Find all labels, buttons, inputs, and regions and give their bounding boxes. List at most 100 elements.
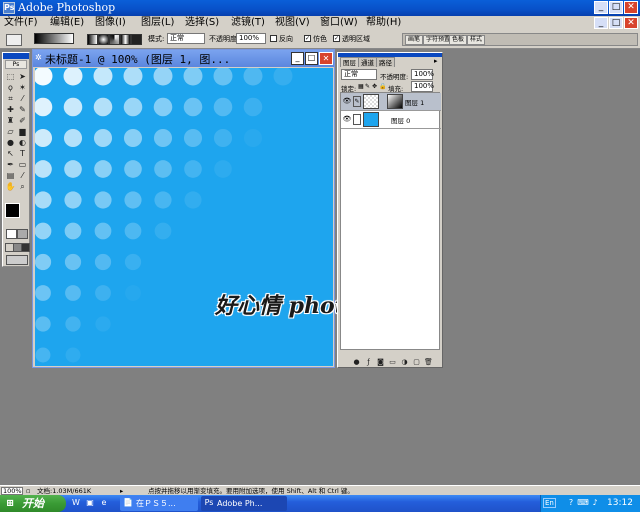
menu-image[interactable]: 图像(I) <box>95 16 126 30</box>
jump-to-imageready-icon[interactable] <box>6 255 28 265</box>
document-title-bar[interactable]: ✲ 未标题-1 @ 100% (图层 1, 图... _ □ ✕ <box>33 50 334 67</box>
eye-icon[interactable]: 👁 <box>342 96 352 107</box>
close-button[interactable]: ✕ <box>624 1 638 14</box>
document-canvas[interactable] <box>35 68 333 366</box>
marquee-icon[interactable]: ⬚ <box>5 72 16 82</box>
quick-mask-icon[interactable] <box>17 229 28 239</box>
radial-gradient-icon[interactable] <box>98 34 109 45</box>
doc-window-minimize-button[interactable]: _ <box>291 52 304 65</box>
app-title-bar[interactable]: Ps Adobe Photoshop _ □ ✕ <box>0 0 640 16</box>
lock-all-icon[interactable]: 🔒 <box>379 83 386 90</box>
reverse-checkbox[interactable] <box>270 35 277 42</box>
trash-icon[interactable]: 🗑 <box>424 358 433 366</box>
doc-minimize-button[interactable]: _ <box>594 17 608 29</box>
palette-menu-icon[interactable]: ▸ <box>434 57 438 65</box>
gradient-tool-icon[interactable]: ▆ <box>17 127 28 137</box>
toolbox-title[interactable] <box>3 53 29 59</box>
diamond-gradient-icon[interactable] <box>131 34 142 45</box>
layer-row-1[interactable]: 👁 ✎ 图层 1 <box>341 93 441 111</box>
layer-opacity-input[interactable]: 100% <box>411 69 434 80</box>
maximize-button[interactable]: □ <box>609 1 623 14</box>
doc-window-maximize-button[interactable]: □ <box>305 52 318 65</box>
tool-preset-picker[interactable] <box>6 34 22 46</box>
task-button-doc[interactable]: 📄 在ＰＳ５... <box>120 496 198 511</box>
doc-close-button[interactable]: ✕ <box>624 17 638 29</box>
menu-edit[interactable]: 编辑(E) <box>50 16 84 30</box>
healing-icon[interactable]: ✚ <box>5 105 16 115</box>
notes-icon[interactable]: ▤ <box>5 171 16 181</box>
start-button[interactable]: ⊞ 开始 <box>0 495 66 512</box>
tab-channels[interactable]: 通道 <box>358 57 377 67</box>
fill-input[interactable]: 100% <box>411 81 434 92</box>
tab-layers[interactable]: 图层 <box>340 57 359 67</box>
dodge-icon[interactable]: ◐ <box>17 138 28 148</box>
menu-file[interactable]: 文件(F) <box>4 16 38 30</box>
opacity-input[interactable]: 100% <box>236 33 266 44</box>
set-icon[interactable]: ▭ <box>388 358 397 366</box>
tray-volume-icon[interactable]: ♪ <box>589 497 601 509</box>
dither-checkbox[interactable]: ✓ <box>304 35 311 42</box>
zoom-icon[interactable]: ⌕ <box>17 182 28 192</box>
layer-row-0[interactable]: 👁 图层 0 <box>341 111 441 129</box>
foreground-color-swatch[interactable] <box>5 203 20 218</box>
linear-gradient-icon[interactable] <box>87 34 98 45</box>
zoom-field[interactable]: 100% <box>1 487 23 495</box>
quick-launch-word-icon[interactable]: W <box>70 497 82 509</box>
mask-icon[interactable]: ◙ <box>376 358 385 366</box>
menu-view[interactable]: 视图(V) <box>275 16 310 30</box>
link-indicator-icon[interactable] <box>353 114 361 125</box>
language-indicator[interactable]: En <box>543 498 556 508</box>
crop-icon[interactable]: ⌗ <box>5 94 16 104</box>
quick-launch-desktop-icon[interactable]: ▣ <box>84 497 96 509</box>
tab-paths[interactable]: 路径 <box>376 57 395 67</box>
tab-swatches[interactable]: 色板 <box>449 35 468 45</box>
photoshop-logo-icon[interactable]: Ps <box>5 60 27 69</box>
link-icon[interactable]: ● <box>352 358 361 366</box>
history-brush-icon[interactable]: ✐ <box>17 116 28 126</box>
path-select-icon[interactable]: ↖ <box>5 149 16 159</box>
type-icon[interactable]: T <box>17 149 28 159</box>
gradient-picker[interactable] <box>34 33 74 44</box>
lock-transparency-icon[interactable]: ▦ <box>358 83 364 90</box>
adjustment-icon[interactable]: ◑ <box>400 358 409 366</box>
quick-launch-ie-icon[interactable]: e <box>98 497 110 509</box>
eye-icon[interactable]: 👁 <box>342 114 352 125</box>
lock-brush-icon[interactable]: ✎ <box>365 83 370 90</box>
doc-window-close-button[interactable]: ✕ <box>319 52 333 65</box>
angle-gradient-icon[interactable] <box>109 34 120 45</box>
layer-style-icon[interactable]: ƒ <box>364 358 373 366</box>
menu-select[interactable]: 选择(S) <box>185 16 219 30</box>
move-icon[interactable]: ➤ <box>17 72 28 82</box>
lock-move-icon[interactable]: ✥ <box>372 83 377 90</box>
standard-mode-icon[interactable] <box>6 229 17 239</box>
menu-layer[interactable]: 图层(L) <box>141 16 174 30</box>
menu-window[interactable]: 窗口(W) <box>320 16 358 30</box>
tab-brushes[interactable]: 画笔 <box>405 35 424 45</box>
magic-wand-icon[interactable]: ✶ <box>17 83 28 93</box>
minimize-button[interactable]: _ <box>594 1 608 14</box>
doc-restore-button[interactable]: □ <box>609 17 623 29</box>
eyedropper-icon[interactable]: ⁄ <box>17 171 28 181</box>
blend-mode-select[interactable]: 正常 <box>341 69 377 80</box>
menu-filter[interactable]: 滤镜(T) <box>231 16 265 30</box>
tab-styles[interactable]: 样式 <box>467 35 486 45</box>
stamp-icon[interactable]: ♜ <box>5 116 16 126</box>
brush-icon[interactable]: ✎ <box>17 105 28 115</box>
hand-icon[interactable]: ✋ <box>5 182 16 192</box>
transparency-checkbox[interactable]: ✓ <box>333 35 340 42</box>
pen-icon[interactable]: ✒ <box>5 160 16 170</box>
tray-ime-icon[interactable]: ⌨ <box>577 497 589 509</box>
lasso-icon[interactable]: ϙ <box>5 83 16 93</box>
brush-indicator-icon[interactable]: ✎ <box>353 96 361 107</box>
menu-help[interactable]: 帮助(H) <box>366 16 401 30</box>
task-button-photoshop[interactable]: Ps Adobe Ph... <box>201 496 287 511</box>
new-layer-icon[interactable]: ▢ <box>412 358 421 366</box>
shape-icon[interactable]: ▭ <box>17 160 28 170</box>
reflected-gradient-icon[interactable] <box>120 34 131 45</box>
mode-select[interactable]: 正常 <box>167 33 205 44</box>
tray-help-icon[interactable]: ? <box>565 497 577 509</box>
eraser-icon[interactable]: ▱ <box>5 127 16 137</box>
blur-icon[interactable]: ● <box>5 138 16 148</box>
slice-icon[interactable]: ⁄ <box>17 94 28 104</box>
screen-mode-3-icon[interactable] <box>21 243 30 252</box>
